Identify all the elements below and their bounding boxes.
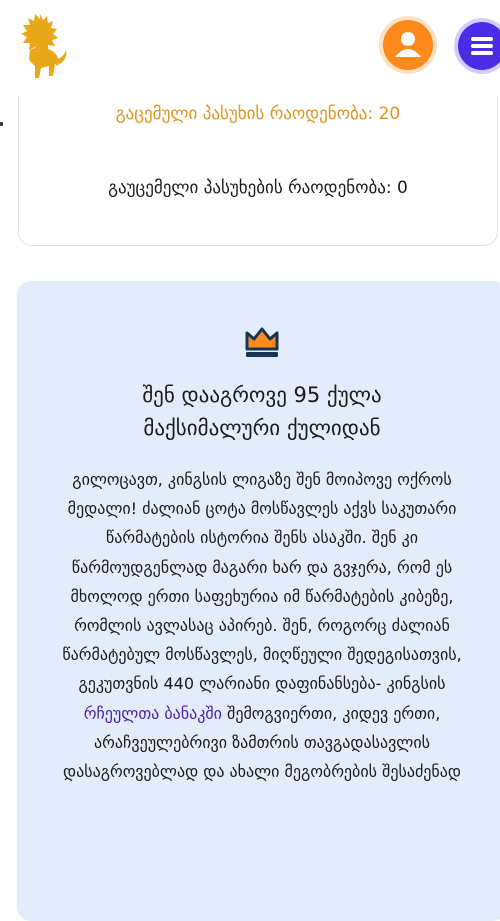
unanswered-count: გაუცემელი პასუხების რაოდენობა: 0	[108, 178, 408, 198]
score-subline: მაქსიმალური ქულიდან	[143, 416, 381, 440]
menu-button[interactable]	[458, 22, 500, 70]
crown-icon	[245, 327, 279, 357]
app-header	[0, 0, 500, 96]
scroll-indicator	[0, 122, 3, 126]
score-line: შენ დააგროვე 95 ქულა	[142, 383, 382, 407]
user-icon	[395, 32, 421, 57]
answered-count: გაცემული პასუხის რაოდენობა: 20	[115, 104, 401, 124]
hamburger-menu-icon	[471, 37, 493, 55]
message-text: გილოცავთ, კინგსის ლიგაზე შენ მოიპოვე ოქრ…	[62, 470, 462, 694]
elite-camp-link[interactable]: რჩეულთა ბანაკში	[84, 704, 222, 723]
result-card: შენ დააგროვე 95 ქულა მაქსიმალური ქულიდან…	[17, 281, 500, 921]
golden-lion-logo-icon[interactable]	[10, 10, 70, 86]
score-heading: შენ დააგროვე 95 ქულა მაქსიმალური ქულიდან	[37, 379, 487, 445]
profile-button[interactable]	[383, 20, 433, 70]
congratulation-message: გილოცავთ, კინგსის ლიგაზე შენ მოიპოვე ოქრ…	[47, 465, 477, 786]
